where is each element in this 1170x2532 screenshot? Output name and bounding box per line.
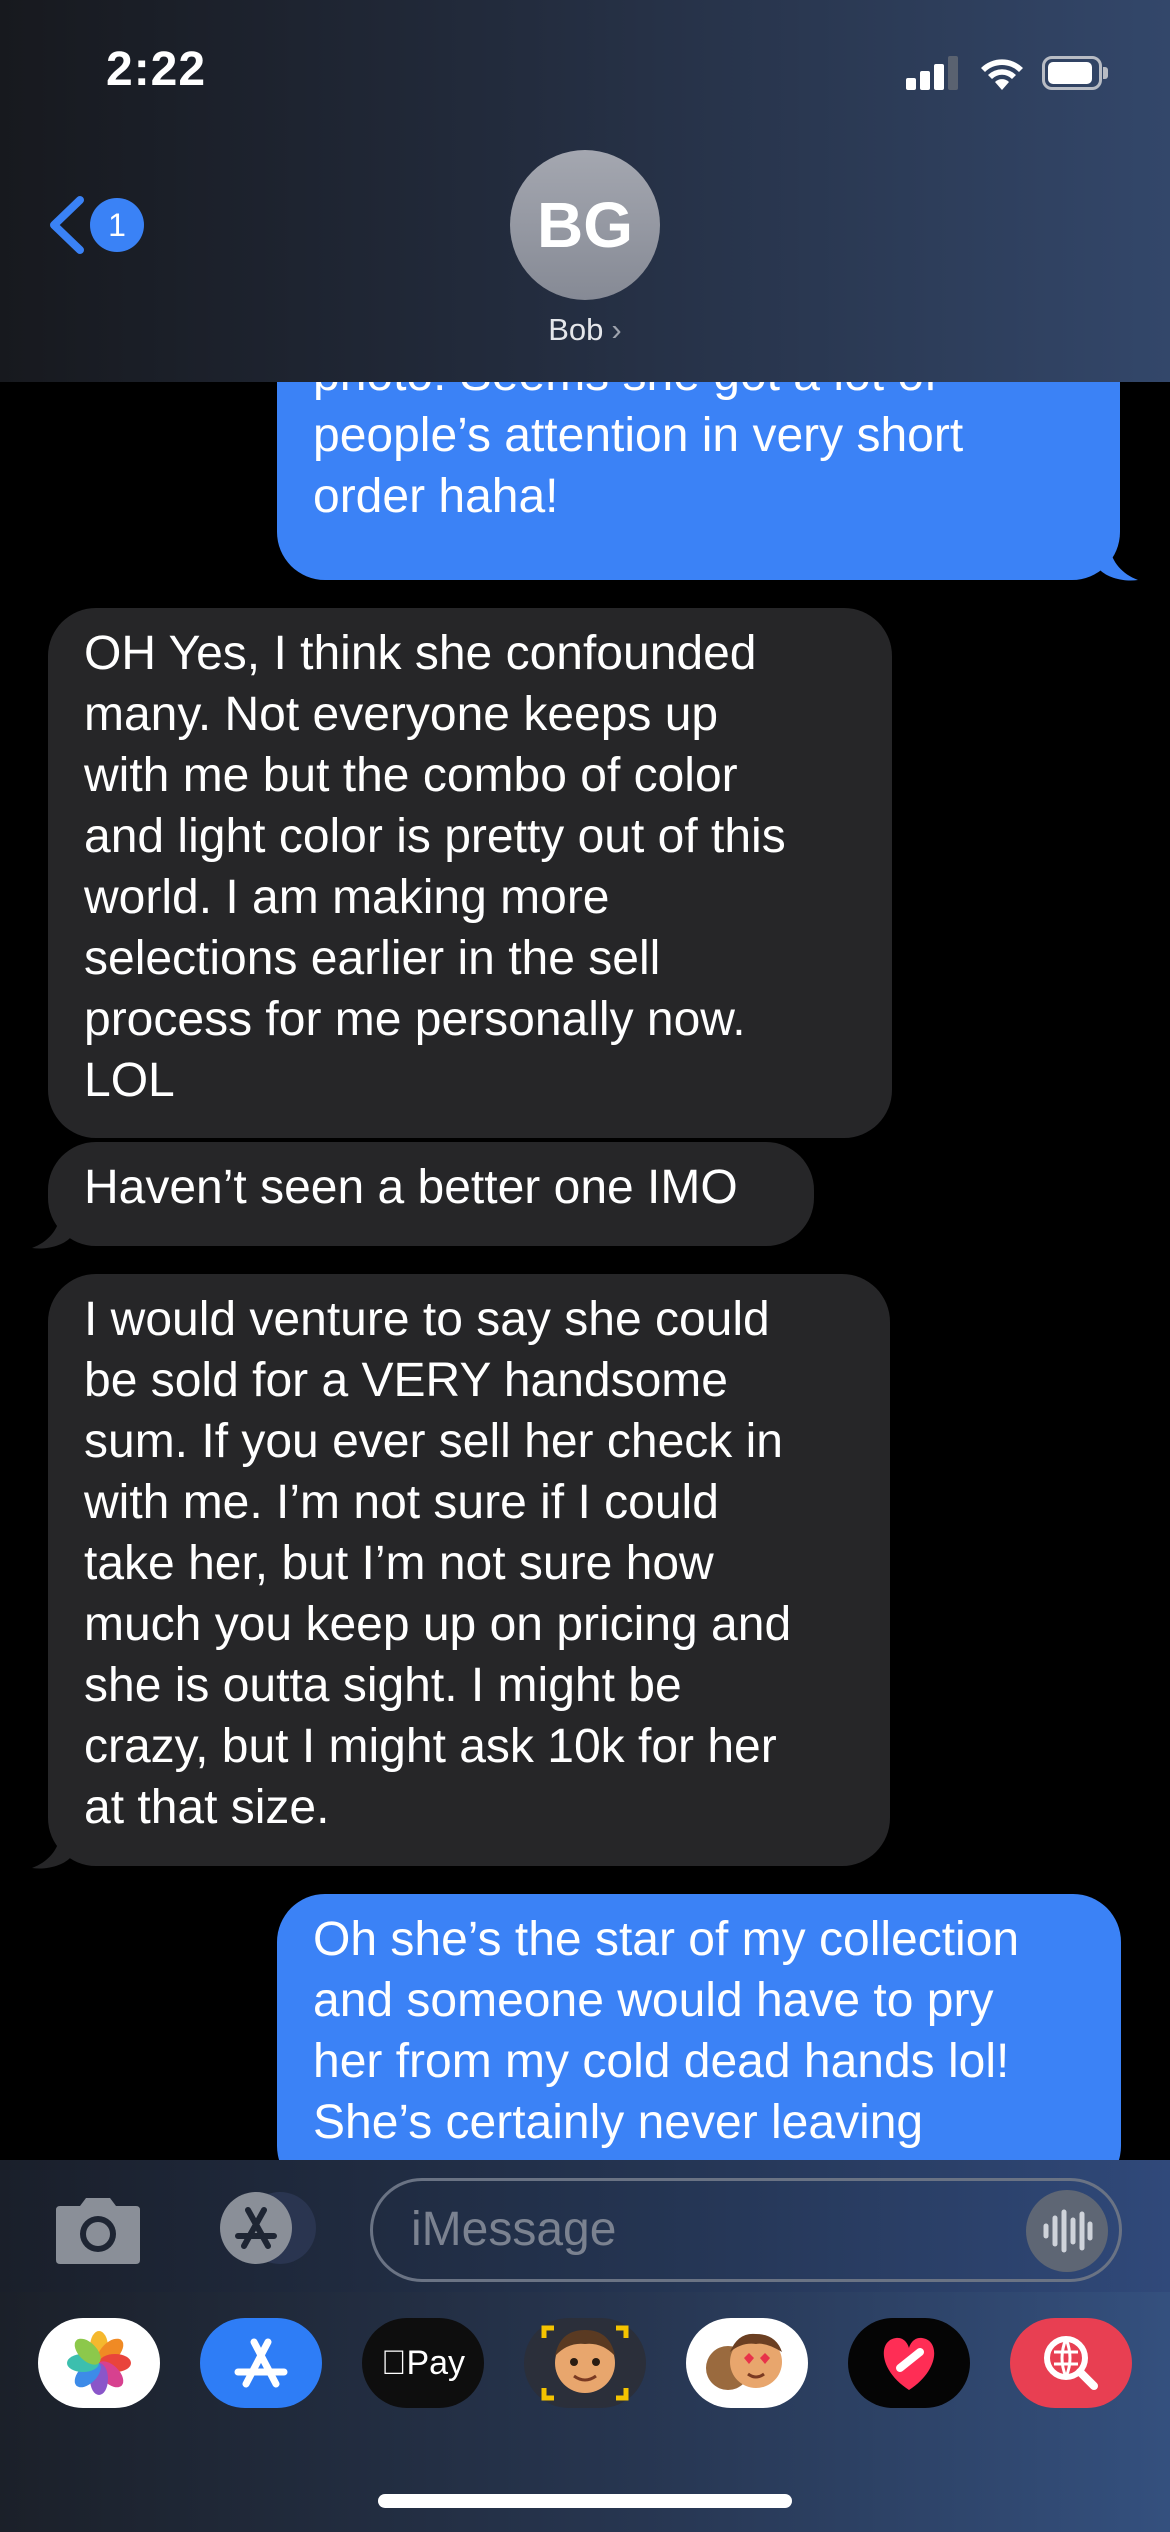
fitness-heart-icon[interactable]	[848, 2318, 970, 2408]
unread-count-badge: 1	[90, 198, 144, 252]
message-bubble-received[interactable]: I would venture to say she could be sold…	[48, 1274, 890, 1866]
chevron-left-icon	[50, 196, 84, 254]
message-line: Oh she’s the star of my collection	[313, 1913, 1020, 1966]
cellular-signal-icon	[906, 56, 960, 90]
message-line: selections earlier in the sell	[84, 932, 661, 985]
waveform-icon	[1043, 2209, 1093, 2253]
message-bubble-sent[interactable]: Oh she’s the star of my collection and s…	[277, 1894, 1121, 2194]
app-drawer: Pay	[0, 2292, 1170, 2532]
message-line: order haha!	[313, 470, 559, 523]
message-line: much you keep up on pricing and	[84, 1598, 792, 1651]
message-bubble-received[interactable]: Haven’t seen a better one IMO	[48, 1142, 814, 1246]
camera-icon[interactable]	[50, 2196, 146, 2266]
message-bubble-received[interactable]: OH Yes, I think she confounded many. Not…	[48, 608, 892, 1138]
compose-bar: iMessage	[0, 2160, 1170, 2292]
message-line: she is outta sight. I might be	[84, 1659, 682, 1712]
message-line: Haven’t seen a better one IMO	[84, 1161, 738, 1214]
message-line: process for me personally now.	[84, 993, 746, 1046]
message-line: at that size.	[84, 1781, 330, 1834]
message-line: with me. I’m not sure if I could	[84, 1476, 719, 1529]
contact-name-button[interactable]: Bob ›	[0, 312, 1170, 348]
message-line: and someone would have to pry	[313, 1974, 994, 2027]
message-line: be sold for a VERY handsome	[84, 1354, 728, 1407]
photos-icon[interactable]	[38, 2318, 160, 2408]
bubble-tail	[1100, 548, 1138, 581]
chevron-right-icon: ›	[611, 312, 622, 347]
message-line: world. I am making more	[84, 871, 610, 924]
battery-icon	[1042, 56, 1108, 90]
apple-logo-icon: 	[381, 2344, 407, 2382]
message-line: sum. If you ever sell her check in	[84, 1415, 783, 1468]
memoji-icon[interactable]	[524, 2318, 646, 2408]
message-line: with me but the combo of color	[84, 749, 738, 802]
bubble-tail	[32, 1836, 70, 1869]
wifi-icon	[981, 59, 1023, 90]
app-store-button-icon[interactable]	[210, 2190, 316, 2266]
audio-message-button[interactable]	[1026, 2190, 1108, 2272]
image-search-icon[interactable]	[1010, 2318, 1132, 2408]
home-indicator[interactable]	[378, 2494, 792, 2508]
message-line: OH Yes, I think she confounded	[84, 627, 757, 680]
back-button[interactable]: 1	[44, 190, 154, 260]
message-line: people’s attention in very short	[313, 409, 964, 462]
message-line: many. Not everyone keeps up	[84, 688, 719, 741]
bubble-tail	[32, 1216, 70, 1249]
conversation-header: 2:22 1 BG Bob ›	[0, 0, 1170, 382]
apple-pay-label: Pay	[393, 2344, 465, 2382]
apple-pay-icon[interactable]: Pay	[362, 2318, 484, 2408]
message-line: and light color is pretty out of this	[84, 810, 786, 863]
memoji-stickers-icon[interactable]	[686, 2318, 808, 2408]
contact-avatar[interactable]: BG	[510, 150, 660, 300]
status-time: 2:22	[106, 43, 207, 96]
message-line: take her, but I’m not sure how	[84, 1537, 714, 1590]
message-line: crazy, but I might ask 10k for her	[84, 1720, 777, 1773]
message-bubble-sent[interactable]: photo! Seems she got a lot of people’s a…	[277, 348, 1120, 580]
message-line: her from my cold dead hands lol!	[313, 2035, 1010, 2088]
message-input[interactable]: iMessage	[370, 2178, 1122, 2282]
app-store-icon[interactable]	[200, 2318, 322, 2408]
message-line: LOL	[84, 1054, 175, 1107]
message-line: She’s certainly never leaving	[313, 2096, 924, 2149]
contact-name: Bob	[548, 312, 604, 347]
message-line: I would venture to say she could	[84, 1293, 770, 1346]
